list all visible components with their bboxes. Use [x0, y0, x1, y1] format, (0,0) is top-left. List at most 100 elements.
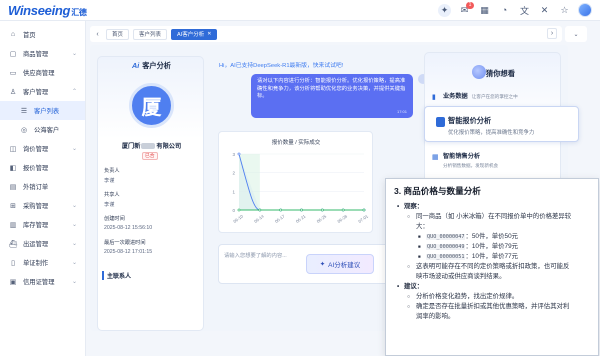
users-icon: ♙ [9, 88, 17, 96]
sidebar-item-public-customers[interactable]: ◎ 公海客户 [0, 120, 85, 139]
ai-icon: Ai [132, 61, 140, 70]
sidebar-item-inquiry[interactable]: ◫ 询价管理 ⌄ [0, 139, 85, 158]
chevron-up-icon: ⌃ [71, 89, 77, 95]
chevron-down-icon: ⌄ [71, 146, 77, 152]
app-logo[interactable]: Winseeing汇德 [8, 3, 87, 18]
highlight-band [239, 154, 260, 210]
sidebar-item-quotes[interactable]: ◧ 报价管理 [0, 158, 85, 177]
chevron-down-icon: ⌄ [71, 260, 77, 266]
quote-item: QUO_00000051：10件，单价77元 [394, 252, 590, 262]
redacted-text [141, 143, 156, 150]
tab-menu-button[interactable]: ⌄ [565, 26, 587, 42]
sparkle-icon: ✦ [319, 261, 326, 268]
data-point [237, 208, 241, 212]
observation-conclusion: 这表明可能存在不同的定价策略或折扣政策，也可能反 [394, 262, 590, 272]
sidebar-item-suppliers[interactable]: ▭ 供应商管理 [0, 63, 85, 82]
sidebar-item-customers[interactable]: ♙ 客户管理 ⌃ [0, 82, 85, 101]
popup-title: 3. 商品价格与数量分析 [394, 186, 481, 196]
created-time-field: 创建时间 2025-08-12 15:56:10 [104, 216, 153, 231]
top-toolbar: ✦ ✉ 1 ▦ ◔ 文 ✕ ☆ [438, 1, 592, 17]
grid-icon[interactable]: ▦ [478, 4, 491, 17]
document-icon [436, 117, 445, 127]
order-icon: ▤ [9, 183, 17, 191]
bell-icon[interactable]: ◔ [498, 4, 511, 17]
close-icon[interactable]: ✕ [207, 31, 211, 37]
home-icon: ⌂ [10, 31, 16, 38]
data-point [279, 208, 283, 212]
sidebar-item-purchase[interactable]: ⊞ 采购管理 ⌄ [0, 196, 85, 215]
suggestion-label: 建议： [394, 282, 590, 292]
warehouse-icon: ▥ [9, 221, 17, 229]
sidebar: ⌂ 首页 ▢ 商品管理 ⌄ ▭ 供应商管理 ♙ 客户管理 ⌃ ☰ 客户列表 ◎ 公海客户 ◫ 询价… [0, 21, 86, 356]
customer-name: 厦门新 有限公司 [121, 143, 182, 150]
credit-icon: ▣ [9, 278, 17, 286]
close-icon[interactable]: ✕ [538, 4, 551, 17]
y-tick-label: 0 [232, 208, 235, 213]
sidebar-item-products[interactable]: ▢ 商品管理 ⌄ [0, 44, 85, 63]
chevron-right-icon[interactable]: › [547, 28, 557, 39]
customer-card: Ai 客户分析 厦 厦门新 有限公司 已合 负责人 李谨 共享人 李谨 创建时间 2025… [97, 56, 204, 331]
chat-greeting: Hi，AI已支持DeepSeek-R1最新版，快来试试吧! [219, 63, 344, 69]
sidebar-item-shipping[interactable]: ⛴ 出运管理 ⌄ [0, 234, 85, 253]
last-followup-field: 最后一次跟进时间 2025-08-12 17:01:15 [104, 240, 153, 255]
sidebar-item-customer-list[interactable]: ☰ 客户列表 [0, 101, 85, 120]
quote-item: QUO_00000047：50件，单价50元 [394, 232, 590, 242]
x-tick-label: 06-14 [253, 213, 265, 224]
tab-ai-customer-analysis[interactable]: AI客户分析 ✕ [171, 28, 218, 40]
customer-panel-title: Ai 客户分析 [132, 61, 171, 70]
sidebar-item-home[interactable]: ⌂ 首页 [0, 25, 85, 44]
y-tick-label: 1 [232, 189, 235, 194]
chevron-down-icon: ⌄ [71, 203, 77, 209]
truck-icon: ▭ [9, 69, 17, 77]
suggestion-sales-analysis[interactable]: ▦ 智能销售分析 分析销售数据，发现新机会 [432, 151, 556, 169]
sidebar-item-inventory[interactable]: ▥ 库存管理 ⌄ [0, 215, 85, 234]
chevron-down-icon: ⌄ [71, 241, 77, 247]
sharer-field: 共享人 李谨 [104, 192, 120, 208]
inquiry-icon: ◫ [9, 145, 17, 153]
mail-icon[interactable]: ✉ 1 [458, 1, 474, 17]
x-tick-label: 06-10 [232, 213, 244, 224]
data-point [237, 152, 241, 156]
contact-section-title: 主联系人 [102, 271, 131, 280]
tab-home[interactable]: 首页 [106, 28, 130, 40]
translate-icon[interactable]: 文 [518, 4, 531, 17]
suggestion-text: 确定是否存在批量折扣或其他优惠策略，并评估其对利 [394, 302, 590, 312]
globe-icon: ◎ [20, 126, 28, 134]
chevron-down-icon: ⌄ [573, 31, 579, 38]
data-point [341, 208, 345, 212]
list-icon: ☰ [20, 107, 28, 115]
star-icon[interactable]: ☆ [558, 4, 571, 17]
suggestion-text-cont: 润率的影响。 [416, 313, 455, 320]
chevron-down-icon: ⌄ [71, 279, 77, 285]
y-tick-label: 3 [232, 152, 235, 157]
chevron-down-icon: ⌄ [71, 51, 77, 57]
chevron-left-icon[interactable]: ‹ [93, 29, 102, 40]
cart-icon: ⊞ [10, 202, 16, 210]
line-chart: 报价数量 / 实际成交 0 1 2 3 06-10 06-14 06-17 06-21 06-25… [232, 138, 369, 224]
ai-analysis-button[interactable]: ✦ AI分析建议 [306, 254, 374, 274]
suggestion-business-data[interactable]: ▮ 业务数据 让客户在您的掌控之中 [432, 91, 556, 101]
y-tick-label: 2 [232, 171, 235, 176]
x-tick-label: 06-17 [274, 213, 286, 224]
analysis-popup: 3. 商品价格与数量分析 观察： 同一商品（如 小米冰箱）在不同报价单中的价格差… [385, 178, 599, 356]
app-window: Winseeing汇德 ✦ ✉ 1 ▦ ◔ 文 ✕ ☆ ⌂ 首页 ▢ 商品管理 ⌄ ▭ 供… [0, 0, 600, 356]
data-point [258, 208, 262, 212]
chart-card: 报价数量 / 实际成交 0 1 2 3 06-10 06-14 06-17 06-21 06-25… [218, 131, 373, 233]
suggestion-quote-analysis[interactable]: 智能报价分析 优化报价策略，提高准确性和竞争力 [424, 106, 579, 142]
user-avatar[interactable] [578, 3, 592, 17]
sidebar-item-credit[interactable]: ▣ 信用证管理 ⌄ [0, 272, 85, 291]
x-tick-label: 07-01 [357, 213, 369, 224]
owner-field: 负责人 李谨 [104, 168, 120, 184]
tab-customer-list[interactable]: 客户列表 [133, 28, 168, 40]
data-point [300, 208, 303, 212]
sales-icon: ▦ [432, 154, 439, 161]
customer-avatar: 厦 [129, 83, 174, 128]
box-icon: ▢ [9, 50, 17, 58]
chevron-down-icon: ⌄ [71, 222, 77, 228]
chart-icon: ▮ [432, 94, 436, 101]
ai-assistant-icon[interactable]: ✦ [438, 3, 451, 17]
observation-text: 同一商品（如 小米冰箱）在不同报价单中的价格差异较 [394, 212, 590, 222]
sidebar-item-export-orders[interactable]: ▤ 外销订单 [0, 177, 85, 196]
sidebar-item-documents[interactable]: ▯ 单证制作 ⌄ [0, 253, 85, 272]
suggestion-text: 分析价格变化趋势，找出定价规律。 [394, 292, 590, 302]
